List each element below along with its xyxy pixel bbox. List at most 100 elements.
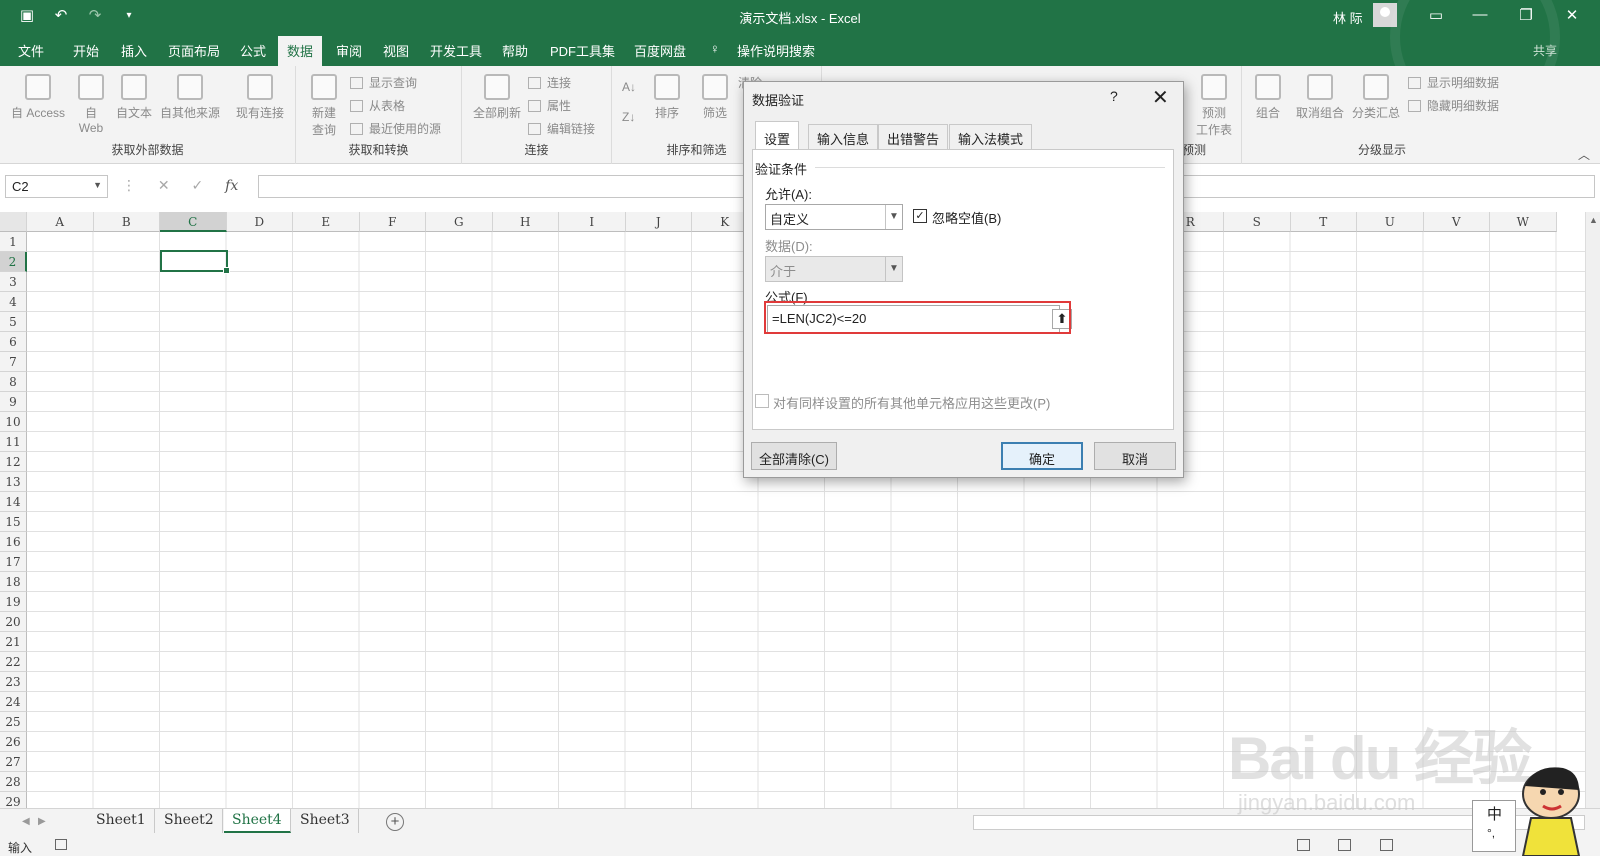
- row-header-7[interactable]: 7: [0, 352, 27, 372]
- row-header-14[interactable]: 14: [0, 492, 27, 512]
- formula-field[interactable]: =LEN(JC2)<=20 ⬆: [767, 305, 1072, 333]
- ignore-blank-checkbox[interactable]: ✓: [913, 209, 927, 223]
- clear-all-button[interactable]: 全部清除(C): [751, 442, 837, 470]
- connections-button[interactable]: 连接: [528, 74, 571, 91]
- from-other-sources-button[interactable]: 自其他来源: [158, 74, 222, 121]
- group-button[interactable]: 组合: [1254, 74, 1282, 121]
- tab-settings[interactable]: 设置: [755, 121, 800, 150]
- column-header-u[interactable]: U: [1357, 212, 1424, 232]
- column-header-t[interactable]: T: [1290, 212, 1357, 232]
- row-header-27[interactable]: 27: [0, 752, 27, 772]
- sort-ascending-icon[interactable]: A↓: [622, 80, 636, 94]
- close-window-icon[interactable]: ✕: [1562, 6, 1582, 24]
- row-header-18[interactable]: 18: [0, 572, 27, 592]
- tab-home[interactable]: 开始: [73, 41, 99, 60]
- row-header-23[interactable]: 23: [0, 672, 27, 692]
- name-box[interactable]: C2 ▼: [5, 175, 108, 198]
- row-header-29[interactable]: 29: [0, 792, 27, 808]
- row-header-22[interactable]: 22: [0, 652, 27, 672]
- from-web-button[interactable]: 自 Web: [76, 74, 106, 135]
- tell-me-search[interactable]: 操作说明搜索: [737, 41, 815, 60]
- sort-descending-icon[interactable]: Z↓: [622, 110, 635, 124]
- recent-sources-button[interactable]: 最近使用的源: [350, 120, 441, 137]
- sort-button[interactable]: 排序: [650, 74, 684, 121]
- row-header-12[interactable]: 12: [0, 452, 27, 472]
- tab-error-alert[interactable]: 出错警告: [878, 124, 949, 149]
- column-header-s[interactable]: S: [1224, 212, 1291, 232]
- sheet-tab-sheet1[interactable]: Sheet1: [88, 809, 155, 833]
- row-header-25[interactable]: 25: [0, 712, 27, 732]
- row-header-3[interactable]: 3: [0, 272, 27, 292]
- sheet-tab-sheet2[interactable]: Sheet2: [156, 809, 223, 833]
- row-header-15[interactable]: 15: [0, 512, 27, 532]
- column-header-w[interactable]: W: [1490, 212, 1557, 232]
- add-sheet-icon[interactable]: +: [386, 813, 404, 831]
- existing-connections-button[interactable]: 现有连接: [232, 74, 288, 121]
- page-break-view-icon[interactable]: [1380, 839, 1393, 851]
- normal-view-icon[interactable]: [1297, 839, 1310, 851]
- refresh-all-button[interactable]: 全部刷新: [470, 74, 524, 121]
- column-header-e[interactable]: E: [293, 212, 360, 232]
- row-header-26[interactable]: 26: [0, 732, 27, 752]
- chevron-down-icon[interactable]: ▼: [885, 205, 902, 229]
- from-table-button[interactable]: 从表格: [350, 97, 405, 114]
- sheet-tab-sheet4[interactable]: Sheet4: [224, 809, 291, 833]
- row-header-11[interactable]: 11: [0, 432, 27, 452]
- column-header-h[interactable]: H: [492, 212, 559, 232]
- tab-developer[interactable]: 开发工具: [430, 41, 482, 60]
- row-header-28[interactable]: 28: [0, 772, 27, 792]
- row-header-16[interactable]: 16: [0, 532, 27, 552]
- select-all-corner[interactable]: [0, 212, 27, 232]
- show-detail-button[interactable]: 显示明细数据: [1408, 74, 1499, 91]
- allow-select[interactable]: 自定义 ▼: [765, 204, 903, 230]
- row-header-13[interactable]: 13: [0, 472, 27, 492]
- tab-pdf-tools[interactable]: PDF工具集: [550, 41, 615, 60]
- cancel-icon[interactable]: ✕: [158, 177, 170, 193]
- collapse-ribbon-icon[interactable]: ︿: [1578, 146, 1590, 163]
- cancel-button[interactable]: 取消: [1094, 442, 1176, 470]
- tab-formulas[interactable]: 公式: [240, 41, 266, 60]
- filter-button[interactable]: 筛选: [698, 74, 732, 121]
- data-select[interactable]: 介于 ▼: [765, 256, 903, 282]
- row-header-1[interactable]: 1: [0, 232, 27, 252]
- sheet-nav-arrows[interactable]: ◀ ▶: [22, 816, 46, 827]
- page-layout-view-icon[interactable]: [1338, 839, 1351, 851]
- subtotal-button[interactable]: 分类汇总: [1350, 74, 1402, 121]
- enter-icon[interactable]: ✓: [192, 177, 204, 193]
- user-name[interactable]: 林 际: [1333, 8, 1363, 27]
- hide-detail-button[interactable]: 隐藏明细数据: [1408, 97, 1499, 114]
- row-header-21[interactable]: 21: [0, 632, 27, 652]
- chevron-down-icon[interactable]: ▼: [885, 257, 902, 281]
- tab-data[interactable]: 数据: [278, 36, 323, 66]
- collapse-dialog-icon[interactable]: ⬆: [1052, 309, 1072, 329]
- row-header-20[interactable]: 20: [0, 612, 27, 632]
- tab-help[interactable]: 帮助: [502, 41, 528, 60]
- scroll-up-icon[interactable]: ▲: [1589, 215, 1598, 225]
- close-icon[interactable]: ✕: [1152, 85, 1169, 110]
- row-header-24[interactable]: 24: [0, 692, 27, 712]
- tab-insert[interactable]: 插入: [121, 41, 147, 60]
- tab-file[interactable]: 文件: [18, 41, 44, 60]
- macro-record-icon[interactable]: [55, 839, 67, 850]
- show-queries-button[interactable]: 显示查询: [350, 74, 417, 91]
- chevron-down-icon[interactable]: ▼: [93, 180, 102, 190]
- column-header-d[interactable]: D: [226, 212, 293, 232]
- properties-button[interactable]: 属性: [528, 97, 571, 114]
- ok-button[interactable]: 确定: [1001, 442, 1083, 470]
- active-cell-c2[interactable]: [160, 250, 230, 274]
- column-header-b[interactable]: B: [93, 212, 160, 232]
- new-query-button[interactable]: 新建 查询: [304, 74, 344, 138]
- from-text-button[interactable]: 自文本: [114, 74, 154, 121]
- row-header-2[interactable]: 2: [0, 252, 27, 272]
- row-header-6[interactable]: 6: [0, 332, 27, 352]
- insert-function-icon[interactable]: fx: [225, 178, 238, 194]
- from-access-button[interactable]: 自 Access: [8, 74, 68, 121]
- row-header-10[interactable]: 10: [0, 412, 27, 432]
- row-header-17[interactable]: 17: [0, 552, 27, 572]
- edit-links-button[interactable]: 编辑链接: [528, 120, 595, 137]
- tab-baidu-netdisk[interactable]: 百度网盘: [634, 41, 686, 60]
- tab-review[interactable]: 审阅: [336, 41, 362, 60]
- help-button[interactable]: ?: [1110, 88, 1118, 104]
- column-header-v[interactable]: V: [1423, 212, 1490, 232]
- tab-page-layout[interactable]: 页面布局: [168, 41, 220, 60]
